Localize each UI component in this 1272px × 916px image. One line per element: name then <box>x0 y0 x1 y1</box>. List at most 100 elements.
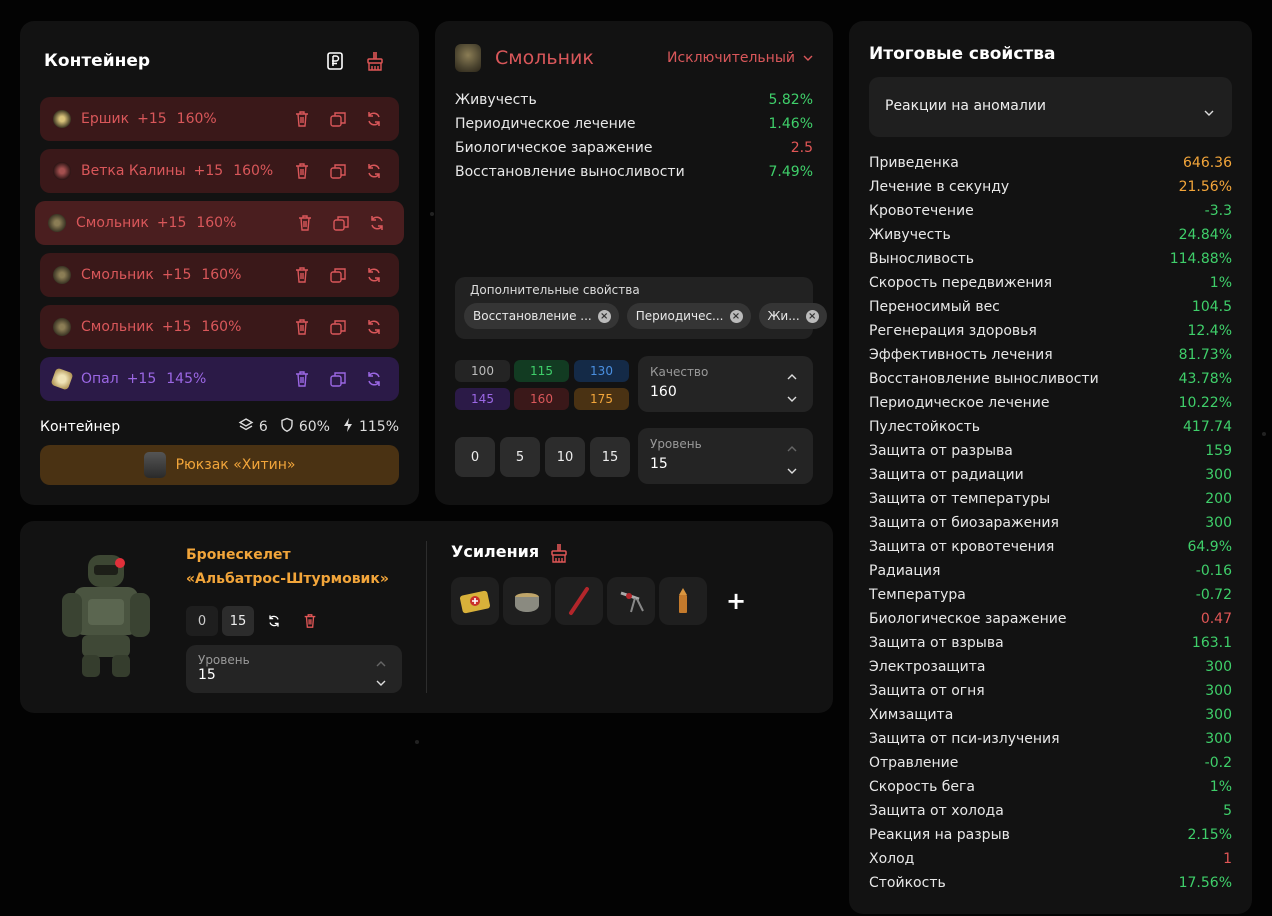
container-slot[interactable]: Ветка Калины +15 160% <box>40 149 399 193</box>
container-slot[interactable]: Опал +15 145% <box>40 357 399 401</box>
final-property-label: Кровотечение <box>869 203 974 219</box>
copy-icon[interactable] <box>332 213 350 233</box>
boost-slot-pot[interactable] <box>503 577 551 625</box>
property-label: Периодическое лечение <box>455 116 636 132</box>
final-property-label: Радиация <box>869 563 941 579</box>
property-value: 1.46% <box>768 116 813 132</box>
resin-artifact-icon <box>53 318 71 336</box>
add-boost-button[interactable]: + <box>726 587 746 615</box>
refresh-icon[interactable] <box>258 606 290 636</box>
final-property-row: Переносимый вес 104.5 <box>869 295 1232 319</box>
final-property-row: Радиация -0.16 <box>869 559 1232 583</box>
refresh-icon[interactable] <box>365 317 383 337</box>
quality-button[interactable]: 175 <box>574 388 629 410</box>
background-dot <box>1262 432 1266 436</box>
final-property-value: 1% <box>1209 779 1232 795</box>
trash-icon[interactable] <box>293 109 311 129</box>
final-property-label: Защита от радиации <box>869 467 1024 483</box>
refresh-icon[interactable] <box>365 369 383 389</box>
category-dropdown[interactable]: Реакции на аномалии <box>869 77 1232 137</box>
final-property-label: Эффективность лечения <box>869 347 1053 363</box>
refresh-icon[interactable] <box>365 161 383 181</box>
quality-button[interactable]: 130 <box>574 360 629 382</box>
level-button[interactable]: 15 <box>590 437 630 477</box>
refresh-icon[interactable] <box>368 213 386 233</box>
trash-icon[interactable] <box>294 606 326 636</box>
final-property-label: Защита от разрыва <box>869 443 1013 459</box>
final-property-value: 64.9% <box>1187 539 1232 555</box>
backpack-icon <box>143 452 166 478</box>
close-icon[interactable]: × <box>805 309 819 323</box>
slot-level: +15 <box>156 215 187 231</box>
container-slot-active[interactable]: Смольник +15 160% <box>35 201 404 245</box>
armor-level-0-button[interactable]: 0 <box>186 606 218 636</box>
final-property-row: Защита от кровотечения 64.9% <box>869 535 1232 559</box>
ruble-icon[interactable] <box>326 51 346 71</box>
property-chip[interactable]: Восстановление ... × <box>464 303 619 329</box>
close-icon[interactable]: × <box>729 309 743 323</box>
chevron-down-icon[interactable] <box>376 672 386 686</box>
trash-icon[interactable] <box>293 317 311 337</box>
copy-icon[interactable] <box>329 161 347 181</box>
property-chip[interactable]: Жи... × <box>758 303 827 329</box>
close-icon[interactable]: × <box>597 309 611 323</box>
container-slot[interactable]: Смольник +15 160% <box>40 253 399 297</box>
final-property-value: 43.78% <box>1178 371 1232 387</box>
trash-icon[interactable] <box>293 161 311 181</box>
final-property-label: Защита от температуры <box>869 491 1051 507</box>
chevron-up-icon[interactable] <box>787 366 797 380</box>
chevron-up-icon[interactable] <box>376 653 386 667</box>
quality-select[interactable]: Качество 160 <box>638 356 813 412</box>
artifact-properties: Живучесть 5.82% Периодическое лечение 1.46… <box>455 91 813 187</box>
final-property-value: 300 <box>1205 683 1232 699</box>
property-chip[interactable]: Периодичес... × <box>626 303 751 329</box>
refresh-icon[interactable] <box>365 109 383 129</box>
trash-icon[interactable] <box>293 265 311 285</box>
final-property-row: Электрозащита 300 <box>869 655 1232 679</box>
level-button[interactable]: 5 <box>500 437 540 477</box>
level-label: Уровень <box>650 437 702 451</box>
copy-icon[interactable] <box>329 109 347 129</box>
armor-level-15-button[interactable]: 15 <box>222 606 254 636</box>
rarity-dropdown[interactable]: Исключительный <box>667 50 813 66</box>
boost-slot-medkit[interactable] <box>451 577 499 625</box>
chevron-down-icon[interactable] <box>787 388 797 402</box>
slot-name: Ершик <box>81 111 130 127</box>
final-property-row: Защита от радиации 300 <box>869 463 1232 487</box>
boost-slot-syringe[interactable] <box>555 577 603 625</box>
final-property-value: -0.2 <box>1204 755 1232 771</box>
final-property-row: Реакция на разрыв 2.15% <box>869 823 1232 847</box>
container-summary: Контейнер 6 60% 115% <box>40 416 399 438</box>
final-property-value: 300 <box>1205 467 1232 483</box>
copy-icon[interactable] <box>329 317 347 337</box>
boost-slot-bipod[interactable] <box>607 577 655 625</box>
property-label: Восстановление выносливости <box>455 164 685 180</box>
boost-slot-ammo[interactable] <box>659 577 707 625</box>
container-slot[interactable]: Смольник +15 160% <box>40 305 399 349</box>
backpack-button[interactable]: Рюкзак «Хитин» <box>40 445 399 485</box>
slot-name: Смольник <box>76 215 149 231</box>
trash-icon[interactable] <box>293 369 311 389</box>
level-button[interactable]: 0 <box>455 437 495 477</box>
slot-percent: 160% <box>233 163 274 179</box>
trash-icon[interactable] <box>296 213 314 233</box>
copy-icon[interactable] <box>329 265 347 285</box>
chevron-down-icon[interactable] <box>787 460 797 474</box>
quality-button[interactable]: 160 <box>514 388 569 410</box>
final-property-row: Защита от разрыва 159 <box>869 439 1232 463</box>
quality-button[interactable]: 100 <box>455 360 510 382</box>
copy-icon[interactable] <box>329 369 347 389</box>
level-select[interactable]: Уровень 15 <box>638 428 813 484</box>
level-button[interactable]: 10 <box>545 437 585 477</box>
broom-icon[interactable] <box>549 543 569 567</box>
final-property-label: Биологическое заражение <box>869 611 1067 627</box>
refresh-icon[interactable] <box>365 265 383 285</box>
quality-button[interactable]: 115 <box>514 360 569 382</box>
container-slot[interactable]: Ершик +15 160% <box>40 97 399 141</box>
final-properties-title: Итоговые свойства <box>869 44 1056 64</box>
armor-level-select[interactable]: Уровень 15 <box>186 645 402 693</box>
quality-button[interactable]: 145 <box>455 388 510 410</box>
chevron-up-icon[interactable] <box>787 438 797 452</box>
broom-icon[interactable] <box>365 51 385 71</box>
efficiency-value: 115% <box>358 419 399 435</box>
